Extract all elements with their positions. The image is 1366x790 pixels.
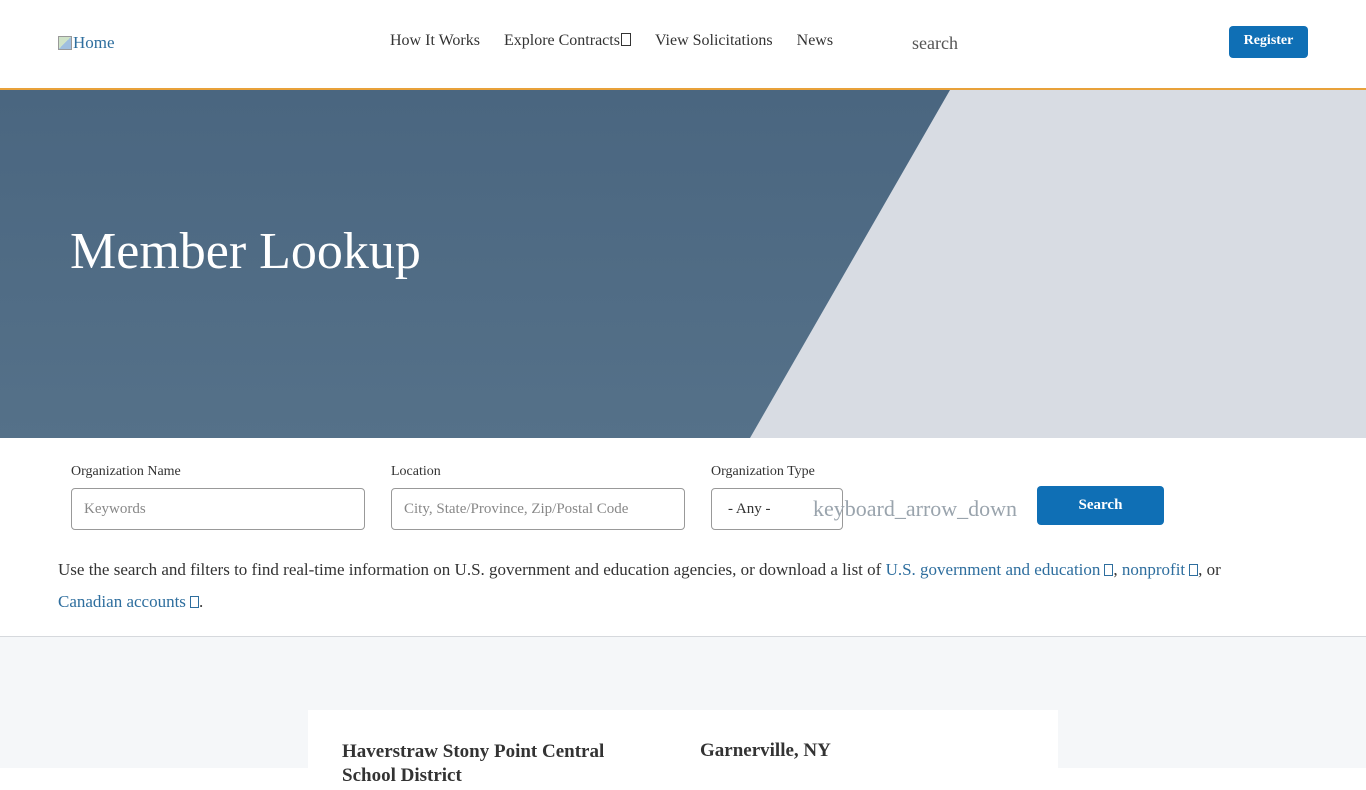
nav-item-news[interactable]: News <box>797 32 833 50</box>
hero-banner: Member Lookup <box>0 90 1366 438</box>
org-type-label: Organization Type <box>711 464 815 479</box>
nav-item-view-solicitations[interactable]: View Solicitations <box>655 32 773 50</box>
org-name-input[interactable]: Keywords <box>71 488 365 530</box>
separator: . <box>198 592 204 611</box>
site-header: Home How It Works Explore Contracts View… <box>0 0 1366 90</box>
nav-item-explore-contracts[interactable]: Explore Contracts <box>504 32 631 50</box>
broken-image-icon <box>58 36 72 50</box>
separator: , or <box>1198 560 1221 579</box>
nav-item-how-it-works[interactable]: How It Works <box>390 32 480 50</box>
description-text: Use the search and filters to find real-… <box>58 560 886 579</box>
page-title: Member Lookup <box>70 223 421 280</box>
search-button[interactable]: Search <box>1037 486 1164 525</box>
canadian-accounts-download-link[interactable]: Canadian accounts <box>58 592 199 611</box>
result-card[interactable]: Haverstraw Stony Point Central School Di… <box>308 710 1058 790</box>
link-label: nonprofit <box>1121 560 1186 579</box>
register-button[interactable]: Register <box>1229 26 1308 58</box>
separator: , <box>1113 560 1122 579</box>
location-label: Location <box>391 464 441 479</box>
nav-item-label: Explore Contracts <box>503 32 620 49</box>
chevron-down-icon[interactable]: keyboard_arrow_down <box>813 496 1017 522</box>
search-icon[interactable]: search <box>912 33 958 54</box>
member-search-form: Organization Name Keywords Location City… <box>0 438 1366 637</box>
org-name-label: Organization Name <box>71 464 181 479</box>
result-org-name[interactable]: Haverstraw Stony Point Central School Di… <box>342 740 642 788</box>
dropdown-icon <box>620 33 631 46</box>
gov-education-download-link[interactable]: U.S. government and education <box>886 560 1114 579</box>
link-label: Canadian accounts <box>58 592 186 611</box>
location-input[interactable]: City, State/Province, Zip/Postal Code <box>391 488 685 530</box>
external-link-icon <box>1189 564 1199 576</box>
logo-alt-text: Home <box>73 33 115 52</box>
nonprofit-download-link[interactable]: nonprofit <box>1121 560 1199 579</box>
home-logo-link[interactable]: Home <box>58 33 115 53</box>
main-nav: How It Works Explore Contracts View Soli… <box>390 32 857 50</box>
link-label: U.S. government and education <box>885 560 1101 579</box>
external-link-icon <box>189 596 199 608</box>
results-section: Haverstraw Stony Point Central School Di… <box>0 637 1366 790</box>
search-description: Use the search and filters to find real-… <box>58 554 1308 618</box>
result-location: Garnerville, NY <box>700 740 831 761</box>
